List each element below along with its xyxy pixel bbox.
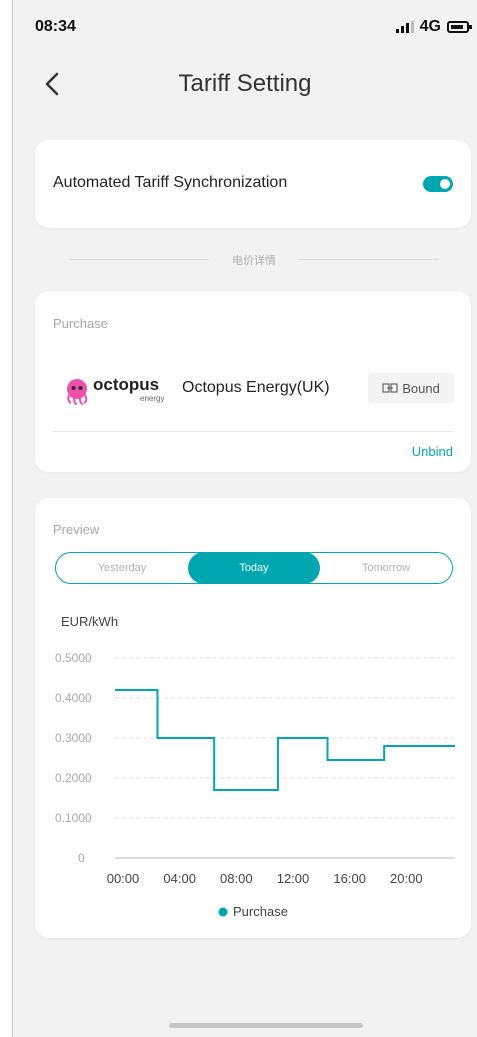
provider-name: Octopus Energy(UK) [182,379,330,396]
sync-card: Automated Tariff Synchronization [35,140,471,228]
tab-yesterday[interactable]: Yesterday [56,553,188,583]
bound-label: Bound [402,380,440,396]
link-icon [382,383,398,393]
purchase-separator [53,431,453,432]
x-tick-label: 12:00 [277,871,310,886]
y-tick-label: 0.3000 [55,731,92,745]
purchase-card: Purchase octopus energy Octopus Energy(U… [35,291,471,472]
x-tick-label: 00:00 [107,871,140,886]
page-title: Tariff Setting [178,70,312,97]
unbind-link[interactable]: Unbind [412,444,453,459]
day-selector: Yesterday Today Tomorrow [55,552,453,584]
legend-marker [218,907,228,917]
sync-label: Automated Tariff Synchronization [53,174,288,191]
section-divider: 电价详情 [69,252,439,267]
y-tick-label: 0.2000 [55,771,92,785]
home-indicator[interactable] [169,1023,363,1028]
status-indicators: 4G [395,18,472,36]
signal-icon [395,21,414,33]
bound-badge: Bound [368,373,454,403]
preview-caption: Preview [53,522,100,537]
y-tick-label: 0.4000 [55,691,92,705]
network-type: 4G [419,18,441,35]
section-divider-label: 电价详情 [232,255,276,267]
x-tick-label: 04:00 [163,871,196,886]
phone-screen: 08:34 4G Tariff Setting Automated Tariff… [12,0,477,1037]
logo-subtext: energy [140,394,164,403]
octopus-energy-logo: octopus energy [67,375,164,405]
x-tick-label: 20:00 [390,871,423,886]
y-tick-label: 0 [78,851,85,865]
y-tick-label: 0.1000 [55,811,92,825]
status-time: 08:34 [35,18,76,35]
tab-today[interactable]: Today [188,552,320,584]
y-axis-unit-label: EUR/kWh [61,614,118,629]
sync-toggle[interactable] [423,176,453,192]
tariff-chart: EUR/kWh 0.5000 0.4000 0.3000 0.2000 0.1000 0 00… [55,614,455,919]
preview-card: Preview Yesterday Today Tomorrow EUR/kWh… [35,498,471,938]
logo-text: octopus [93,375,159,394]
purchase-caption: Purchase [53,316,108,331]
tab-tomorrow[interactable]: Tomorrow [320,553,452,583]
y-tick-label: 0.5000 [55,651,92,665]
battery-icon [447,21,472,33]
x-tick-label: 08:00 [220,871,253,886]
series-line-purchase [115,689,455,791]
x-tick-label: 16:00 [333,871,366,886]
legend-label: Purchase [233,904,288,919]
